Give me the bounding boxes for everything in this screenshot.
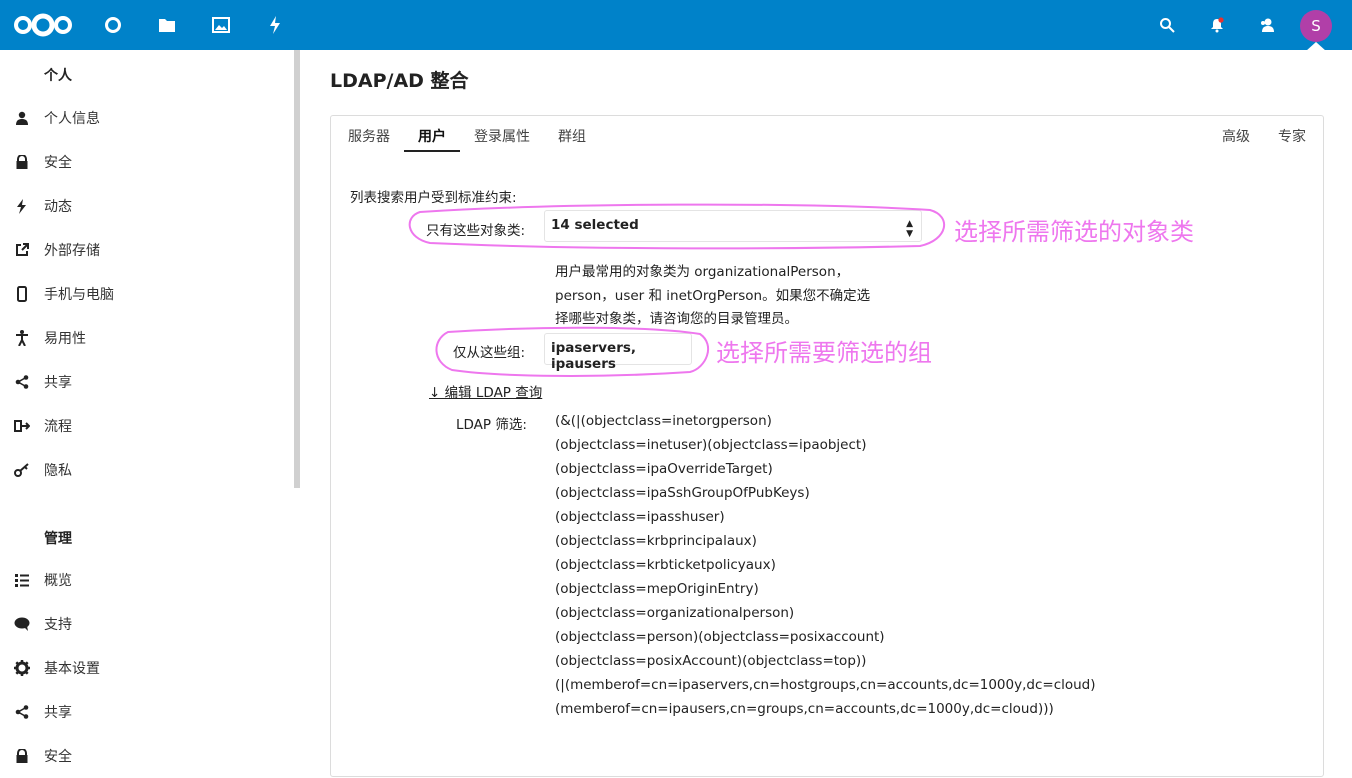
groups-annotation-ring xyxy=(435,326,710,377)
object-class-annotation-text: 选择所需筛选的对象类 xyxy=(954,218,1194,246)
annotation-overlay xyxy=(408,203,946,377)
groups-annotation-text: 选择所需要筛选的组 xyxy=(716,339,932,367)
object-class-annotation-ring xyxy=(408,203,946,250)
